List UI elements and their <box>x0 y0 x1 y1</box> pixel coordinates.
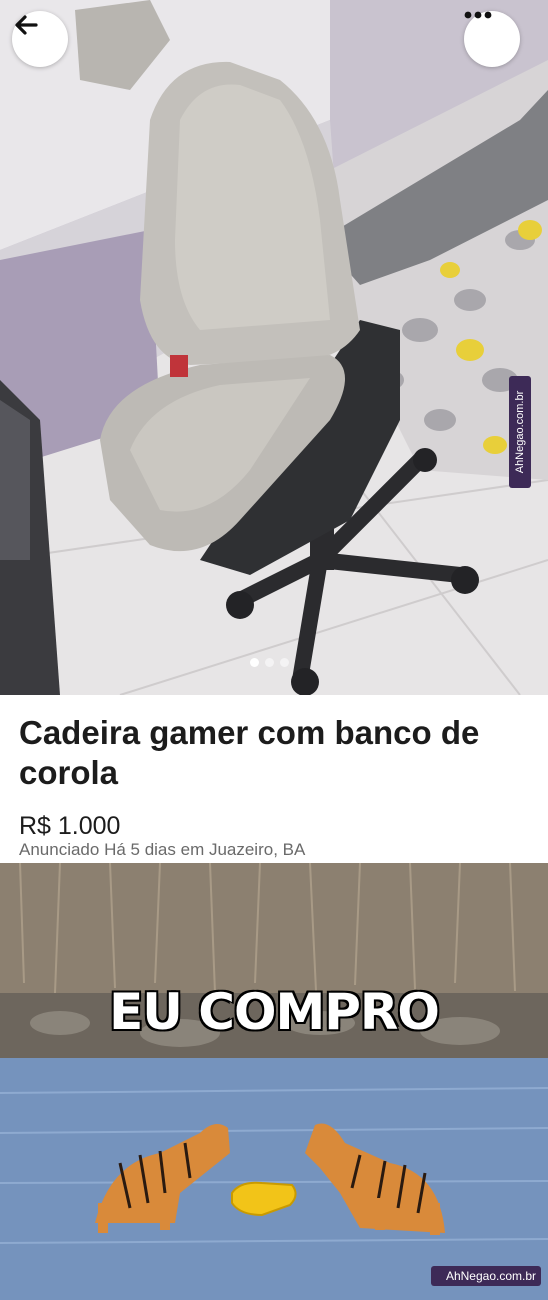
pagination-dot[interactable] <box>280 658 289 667</box>
watermark-text: AhNegao.com.br <box>514 390 526 474</box>
listing-details: Cadeira gamer com banco de corola R$ 1.0… <box>0 695 548 863</box>
ellipsis-icon <box>464 11 492 19</box>
pagination-dot[interactable] <box>265 658 274 667</box>
meme-image: EU COMPRO AhNegao.com.br <box>0 863 548 1300</box>
listing-photo[interactable]: AhNegao.com.br <box>0 0 548 695</box>
car-seat-chair-image <box>0 0 548 695</box>
pagination-dot[interactable] <box>250 658 259 667</box>
watermark-vertical: AhNegao.com.br <box>509 376 531 488</box>
photo-pagination <box>250 658 289 667</box>
listing-meta: Anunciado Há 5 dias em Juazeiro, BA <box>19 840 306 859</box>
tigers-handshake-image <box>0 863 548 1300</box>
listing-price: R$ 1.000 <box>19 812 121 840</box>
listing-title: Cadeira gamer com banco de corola <box>19 714 480 791</box>
arrow-left-icon <box>15 15 38 35</box>
meme-caption: EU COMPRO <box>108 982 441 1042</box>
back-button[interactable] <box>12 11 68 67</box>
more-options-button[interactable] <box>464 11 520 67</box>
watermark-horizontal: AhNegao.com.br <box>431 1266 541 1286</box>
